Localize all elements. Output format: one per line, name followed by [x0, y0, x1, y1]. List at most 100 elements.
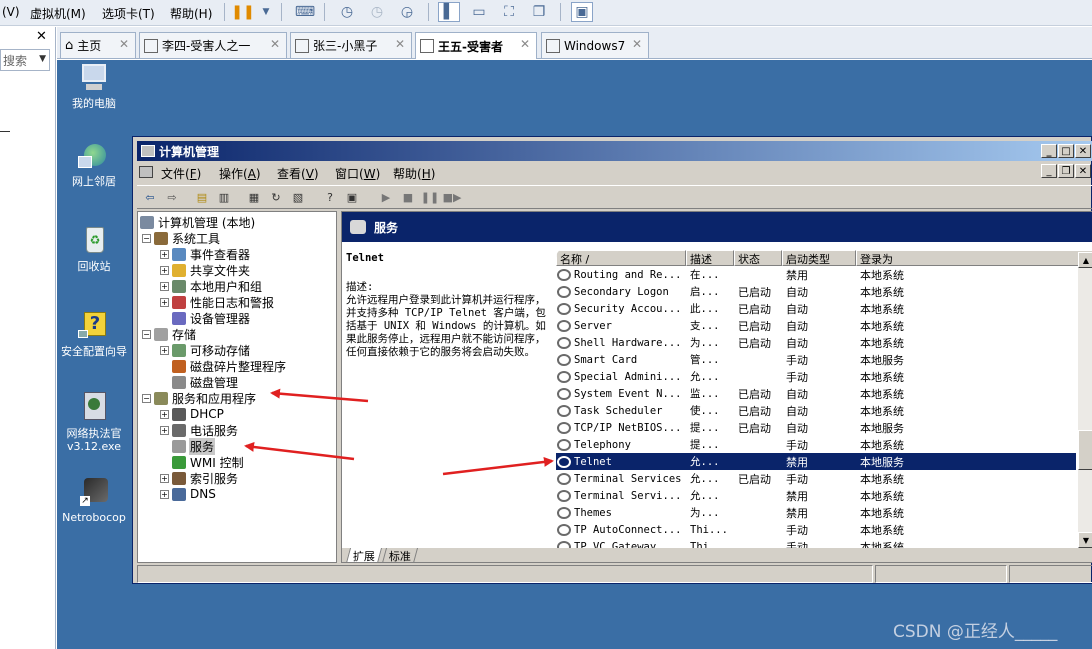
- table-row[interactable]: Telnet 允... 禁用 本地服务: [556, 453, 1076, 470]
- child-close-button[interactable]: ✕: [1075, 164, 1091, 178]
- table-row[interactable]: System Event N... 监... 已启动 自动 本地系统: [556, 385, 1076, 402]
- full-screen-icon[interactable]: ⛶: [498, 2, 520, 22]
- desktop-icon-network[interactable]: 网上邻居: [56, 140, 132, 188]
- menu-vm[interactable]: 虚拟机(M): [30, 5, 86, 22]
- maximize-button[interactable]: □: [1058, 144, 1074, 158]
- help-icon[interactable]: ?: [321, 189, 339, 206]
- up-folder-icon[interactable]: ▤: [193, 189, 211, 206]
- menu-file[interactable]: 文件(F): [161, 165, 201, 182]
- desktop-icon-my-computer[interactable]: 我的电脑: [56, 62, 132, 110]
- stop-service-icon[interactable]: ■: [399, 189, 417, 206]
- close-icon[interactable]: ✕: [632, 37, 642, 51]
- tree-node[interactable]: + 本地用户和组: [160, 278, 263, 294]
- column-description[interactable]: 描述: [686, 250, 734, 266]
- mdi-child-icon[interactable]: [139, 166, 153, 178]
- tree-node[interactable]: 计算机管理 (本地): [140, 214, 256, 230]
- table-row[interactable]: Terminal Servi... 允... 禁用 本地系统: [556, 487, 1076, 504]
- pause-service-icon[interactable]: ❚❚: [421, 189, 439, 206]
- tree-expander-icon[interactable]: +: [160, 425, 169, 435]
- child-minimize-button[interactable]: _: [1041, 164, 1057, 178]
- menu-action[interactable]: 操作(A): [219, 165, 261, 182]
- table-row[interactable]: TP AutoConnect... Thi... 手动 本地系统: [556, 521, 1076, 538]
- tree-expander-icon[interactable]: +: [160, 409, 169, 419]
- tree-node[interactable]: 磁盘碎片整理程序: [160, 358, 287, 374]
- back-icon[interactable]: ⇦: [141, 189, 159, 206]
- tree-expander-icon[interactable]: +: [160, 345, 169, 355]
- close-icon[interactable]: ✕: [36, 29, 47, 44]
- column-startup-type[interactable]: 启动类型: [782, 250, 856, 266]
- tree-node[interactable]: 设备管理器: [160, 310, 251, 326]
- minimize-button[interactable]: _: [1041, 144, 1057, 158]
- tree-node[interactable]: + 电话服务: [160, 422, 239, 438]
- tree-node[interactable]: + 索引服务: [160, 470, 239, 486]
- table-row[interactable]: TCP/IP NetBIOS... 提... 已启动 自动 本地服务: [556, 419, 1076, 436]
- table-row[interactable]: Shell Hardware... 为... 已启动 自动 本地系统: [556, 334, 1076, 351]
- close-icon[interactable]: ✕: [270, 37, 280, 51]
- tab-home[interactable]: ⌂ 主页 ✕: [60, 32, 136, 58]
- menu-window[interactable]: 窗口(W): [335, 165, 380, 182]
- tree-expander-icon[interactable]: +: [160, 281, 169, 291]
- tab-standard[interactable]: 标准: [381, 548, 419, 562]
- vertical-scrollbar[interactable]: ▲ ▼: [1078, 252, 1092, 548]
- tree-node[interactable]: + 事件查看器: [160, 246, 251, 262]
- tree-expander-icon[interactable]: +: [160, 249, 169, 259]
- show-hide-tree-icon[interactable]: ▥: [215, 189, 233, 206]
- snapshot-manager-icon[interactable]: ◶: [396, 2, 418, 22]
- menu-help[interactable]: 帮助(H): [170, 5, 212, 22]
- tab-vm-zhangsan[interactable]: 张三-小黑子 ✕: [290, 32, 412, 58]
- menu-tabs[interactable]: 选项卡(T): [102, 5, 155, 22]
- library-search-input[interactable]: 搜索 ▼: [0, 49, 50, 71]
- snapshot-icon[interactable]: ◷: [336, 2, 358, 22]
- show-library-icon[interactable]: ▌: [438, 2, 460, 22]
- window-titlebar[interactable]: 计算机管理 _ □ ✕: [137, 141, 1092, 161]
- restart-service-icon[interactable]: ■▶: [443, 189, 462, 206]
- forward-icon[interactable]: ⇨: [163, 189, 181, 206]
- desktop-icon-recycle-bin[interactable]: ♻ 回收站: [56, 225, 132, 273]
- column-logon-as[interactable]: 登录为: [856, 250, 1092, 266]
- desktop-icon-network-tool[interactable]: 网络执法官 v3.12.exe: [56, 392, 132, 453]
- table-row[interactable]: TP VC Gateway... Thi... 手动 本地系统: [556, 538, 1076, 548]
- tab-extended[interactable]: 扩展: [345, 548, 383, 562]
- desktop-icon-netrobocop[interactable]: ↗ Netrobocop: [56, 476, 132, 524]
- tree-expander-icon[interactable]: +: [160, 297, 169, 307]
- table-row[interactable]: Secondary Logon 启... 已启动 自动 本地系统: [556, 283, 1076, 300]
- console-tree-icon[interactable]: ▣: [343, 189, 361, 206]
- menu-view-cm[interactable]: 查看(V): [277, 165, 319, 182]
- table-row[interactable]: Task Scheduler 使... 已启动 自动 本地系统: [556, 402, 1076, 419]
- close-button[interactable]: ✕: [1075, 144, 1091, 158]
- properties-icon[interactable]: ▦: [245, 189, 263, 206]
- scroll-down-icon[interactable]: ▼: [1078, 532, 1092, 548]
- tab-vm-lisi[interactable]: 李四-受害人之一 ✕: [139, 32, 287, 58]
- tree-node[interactable]: + DHCP: [160, 406, 225, 422]
- tree-node[interactable]: + DNS: [160, 486, 217, 502]
- column-status[interactable]: 状态: [734, 250, 782, 266]
- tree-expander-icon[interactable]: +: [160, 473, 169, 483]
- tree-node[interactable]: + 性能日志和警报: [160, 294, 275, 310]
- table-row[interactable]: Telephony 提... 手动 本地系统: [556, 436, 1076, 453]
- table-row[interactable]: Terminal Services 允... 已启动 手动 本地系统: [556, 470, 1076, 487]
- close-icon[interactable]: ✕: [119, 37, 129, 51]
- tree-expander-icon[interactable]: −: [142, 393, 151, 403]
- desktop-icon-security-wizard[interactable]: ? 安全配置向导: [56, 310, 132, 358]
- tree-expander-icon[interactable]: +: [160, 489, 169, 499]
- export-list-icon[interactable]: ▧: [289, 189, 307, 206]
- start-service-icon[interactable]: ▶: [377, 189, 395, 206]
- tab-vm-windows7[interactable]: Windows7 ✕: [541, 32, 649, 58]
- child-restore-button[interactable]: ❐: [1058, 164, 1074, 178]
- tree-node[interactable]: 磁盘管理: [160, 374, 239, 390]
- tree-node[interactable]: + 共享文件夹: [160, 262, 251, 278]
- tree-expander-icon[interactable]: +: [160, 265, 169, 275]
- send-keys-icon[interactable]: ⌨: [294, 2, 316, 22]
- close-icon[interactable]: ✕: [520, 37, 530, 51]
- table-row[interactable]: Themes 为... 禁用 本地系统: [556, 504, 1076, 521]
- refresh-icon[interactable]: ↻: [267, 189, 285, 206]
- tree-node[interactable]: − 存储: [142, 326, 197, 342]
- tree-node[interactable]: + 可移动存储: [160, 342, 251, 358]
- table-row[interactable]: Smart Card 管... 手动 本地服务: [556, 351, 1076, 368]
- table-row[interactable]: Routing and Re... 在... 禁用 本地系统: [556, 266, 1076, 283]
- close-icon[interactable]: ✕: [395, 37, 405, 51]
- tree-expander-icon[interactable]: −: [142, 233, 151, 243]
- revert-snapshot-icon[interactable]: ◷: [366, 2, 388, 22]
- scroll-thumb[interactable]: [1078, 430, 1092, 470]
- tree-node[interactable]: − 服务和应用程序: [142, 390, 257, 406]
